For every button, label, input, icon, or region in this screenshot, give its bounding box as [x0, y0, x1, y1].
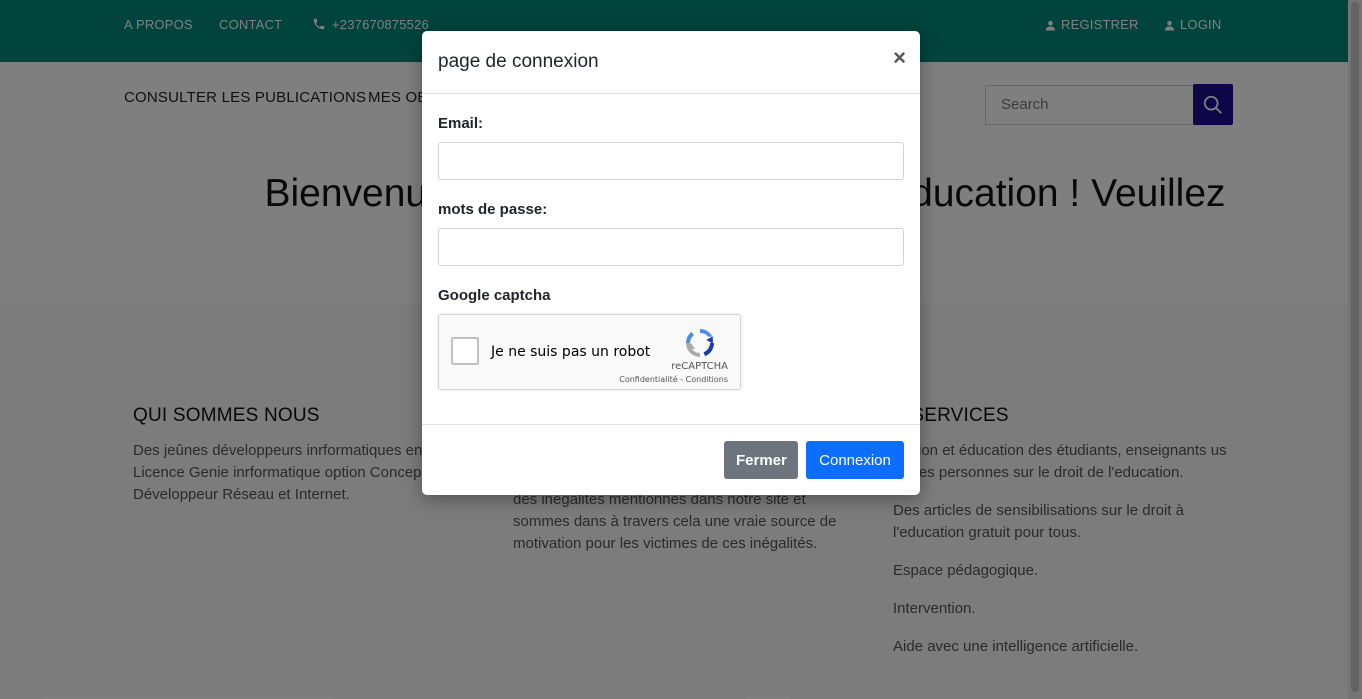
recaptcha-brand: reCAPTCHA [671, 361, 728, 372]
modal-header: page de connexion × [422, 31, 920, 94]
recaptcha-widget: Je ne suis pas un robot reCAPTCHA Confid… [438, 314, 741, 390]
modal-body: Email: mots de passe: Google captcha Je … [422, 94, 920, 424]
close-button[interactable]: Fermer [724, 441, 798, 479]
recaptcha-text: Je ne suis pas un robot [491, 344, 651, 360]
recaptcha-links[interactable]: Confidentialité - Conditions [619, 375, 728, 384]
recaptcha-checkbox[interactable] [451, 337, 479, 365]
login-button[interactable]: Connexion [806, 441, 904, 479]
modal-title: page de connexion [438, 51, 599, 72]
recaptcha-icon [686, 329, 714, 357]
email-field[interactable] [438, 142, 904, 180]
email-label: Email: [438, 115, 484, 132]
close-icon[interactable]: × [893, 47, 906, 69]
password-field[interactable] [438, 228, 904, 266]
password-label: mots de passe: [438, 201, 548, 218]
captcha-label: Google captcha [438, 287, 551, 304]
login-modal: page de connexion × Email: mots de passe… [422, 31, 920, 495]
modal-footer: Fermer Connexion [422, 424, 920, 495]
